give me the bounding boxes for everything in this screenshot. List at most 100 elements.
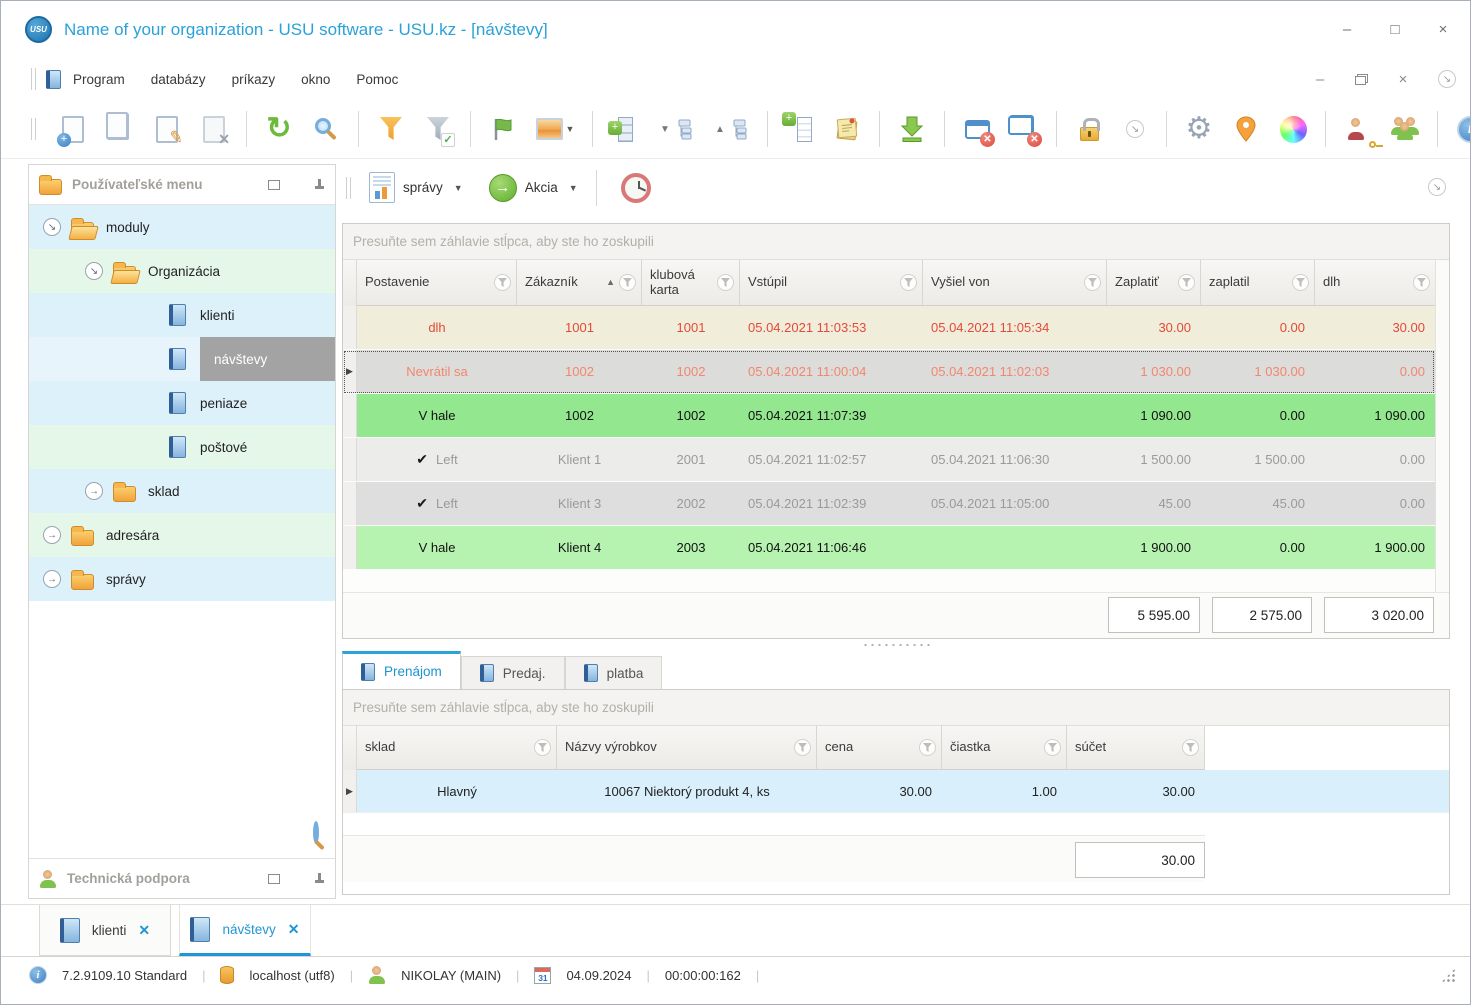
add-record-button[interactable]: +	[53, 108, 93, 150]
panel-splitter[interactable]	[342, 639, 1452, 651]
filter-icon[interactable]	[1084, 274, 1101, 291]
expand-icon[interactable]: →	[43, 526, 61, 544]
expand-icon[interactable]: →	[43, 570, 61, 588]
filter-icon[interactable]	[619, 274, 636, 291]
tree-item-moduly[interactable]: ↘ moduly	[29, 205, 335, 249]
pin-icon[interactable]	[314, 179, 325, 190]
chevron-down-icon[interactable]: ▼	[566, 124, 575, 134]
mdi-minimize-button[interactable]: –	[1311, 71, 1329, 88]
copy-record-button[interactable]	[100, 108, 140, 150]
table-row[interactable]: ✔ Left Klient 1 2001 05.04.2021 11:02:57 …	[343, 438, 1435, 482]
location-button[interactable]	[1226, 108, 1266, 150]
doc-tab-klienti[interactable]: klienti ✕	[39, 905, 171, 956]
column-header-sklad[interactable]: sklad	[357, 726, 557, 770]
tree-item-postove[interactable]: poštové	[29, 425, 335, 469]
filter-apply-button[interactable]: ✓	[418, 108, 458, 150]
expand-levels-button[interactable]: +	[605, 108, 645, 150]
tree-item-navstevy-selected[interactable]: návštevy	[29, 337, 335, 381]
column-header-zaplatil[interactable]: zaplatil	[1201, 260, 1315, 306]
toolbar-grip[interactable]	[346, 176, 351, 199]
column-header-nazvy-vyrobkov[interactable]: Názvy výrobkov	[557, 726, 817, 770]
filter-icon[interactable]	[1178, 274, 1195, 291]
column-header-zaplatit[interactable]: Zaplatiť	[1107, 260, 1201, 306]
edit-record-button[interactable]: ✎	[147, 108, 187, 150]
support-panel-header[interactable]: Technická podpora	[29, 858, 335, 898]
minimize-button[interactable]: –	[1338, 21, 1356, 38]
expand-tree-button[interactable]: ▲	[707, 108, 755, 150]
table-row[interactable]: V hale 1002 1002 05.04.2021 11:07:39 1 0…	[343, 394, 1435, 438]
table-row-selected[interactable]: ▶ Hlavný 10067 Niektorý produkt 4, ks 30…	[343, 770, 1449, 813]
maximize-button[interactable]: □	[1386, 21, 1404, 38]
tree-item-spravy[interactable]: → správy	[29, 557, 335, 601]
doc-tab-navstevy[interactable]: návštevy ✕	[179, 905, 311, 956]
search-button[interactable]	[306, 108, 346, 150]
menu-prikazy[interactable]: príkazy	[232, 72, 276, 87]
menu-program[interactable]: Program	[73, 72, 125, 87]
collapse-icon[interactable]: ↘	[43, 218, 61, 236]
tab-platba[interactable]: platba	[564, 656, 663, 689]
mdi-restore-button[interactable]	[1355, 73, 1368, 85]
tree-item-adresara[interactable]: → adresára	[29, 513, 335, 557]
menu-databazy[interactable]: databázy	[151, 72, 206, 87]
table-row[interactable]: V hale Klient 4 2003 05.04.2021 11:06:46…	[343, 526, 1435, 570]
collapse-icon[interactable]: ↘	[85, 262, 103, 280]
lock-button[interactable]	[1069, 108, 1109, 150]
filter-icon[interactable]	[717, 274, 734, 291]
float-panel-icon[interactable]	[268, 873, 280, 884]
add-column-button[interactable]: +	[780, 108, 820, 150]
filter-icon[interactable]	[1413, 274, 1430, 291]
delete-record-button[interactable]: ✕	[194, 108, 234, 150]
tree-item-organizacia[interactable]: ↘ Organizácia	[29, 249, 335, 293]
filter-icon[interactable]	[919, 739, 936, 756]
colors-button[interactable]	[1273, 108, 1313, 150]
toolbar-grip[interactable]	[31, 68, 36, 90]
filter-icon[interactable]	[534, 739, 551, 756]
overflow-chevron-icon[interactable]: ↘	[1126, 120, 1144, 138]
clock-icon[interactable]	[620, 172, 651, 203]
overflow-chevron-icon[interactable]: ↘	[1438, 70, 1456, 88]
tab-prenajom[interactable]: Prenájom	[342, 651, 461, 689]
table-row[interactable]: ✔ Left Klient 3 2002 05.04.2021 11:02:39 …	[343, 482, 1435, 526]
menu-pomoc[interactable]: Pomoc	[356, 72, 398, 87]
chevron-down-icon[interactable]: ▼	[569, 183, 578, 193]
users-button[interactable]	[1385, 108, 1425, 150]
export-button[interactable]	[892, 108, 932, 150]
column-header-klubova-karta[interactable]: klubová karta	[642, 260, 740, 306]
resize-grip[interactable]	[1441, 967, 1456, 983]
close-all-windows-button[interactable]: ✕	[1004, 108, 1044, 150]
filter-icon[interactable]	[900, 274, 917, 291]
column-header-ciastka[interactable]: čiastka	[942, 726, 1067, 770]
filter-icon[interactable]	[794, 739, 811, 756]
menu-okno[interactable]: okno	[301, 72, 330, 87]
expand-icon[interactable]: →	[85, 482, 103, 500]
table-row[interactable]: dlh 1001 1001 05.04.2021 11:03:53 05.04.…	[343, 306, 1435, 350]
action-dropdown[interactable]: Akcia	[525, 180, 558, 195]
chevron-down-icon[interactable]: ▼	[454, 183, 463, 193]
column-header-cena[interactable]: cena	[817, 726, 942, 770]
close-window-button[interactable]: ✕	[957, 108, 997, 150]
user-permissions-button[interactable]	[1338, 108, 1383, 150]
float-panel-icon[interactable]	[268, 179, 280, 190]
notes-button[interactable]	[827, 108, 867, 150]
close-tab-icon[interactable]: ✕	[288, 921, 300, 938]
tab-predaj[interactable]: Predaj.	[460, 656, 565, 689]
refresh-button[interactable]: ↻	[259, 108, 299, 150]
column-header-vysiel-von[interactable]: Vyšiel von	[923, 260, 1107, 306]
filter-icon[interactable]	[1044, 739, 1061, 756]
close-button[interactable]: ×	[1434, 21, 1452, 38]
column-header-dlh[interactable]: dlh	[1315, 260, 1435, 306]
tree-item-klienti[interactable]: klienti	[29, 293, 335, 337]
groupby-bar[interactable]: Presuňte sem záhlavie stĺpca, aby ste ho…	[343, 224, 1449, 260]
column-header-zakaznik[interactable]: Zákazník ▲	[517, 260, 642, 306]
mdi-close-button[interactable]: ×	[1394, 71, 1412, 88]
overflow-chevron-icon[interactable]: ↘	[1428, 178, 1446, 196]
image-button[interactable]: ▼	[530, 108, 580, 150]
column-header-vstupil[interactable]: Vstúpil	[740, 260, 923, 306]
filter-icon[interactable]	[1182, 739, 1199, 756]
tree-item-sklad[interactable]: → sklad	[29, 469, 335, 513]
filter-icon[interactable]	[1292, 274, 1309, 291]
pin-icon[interactable]	[314, 873, 325, 884]
vertical-scrollbar[interactable]	[1435, 260, 1449, 592]
groupby-bar[interactable]: Presuňte sem záhlavie stĺpca, aby ste ho…	[343, 690, 1449, 726]
tree-search-button[interactable]	[313, 821, 319, 844]
